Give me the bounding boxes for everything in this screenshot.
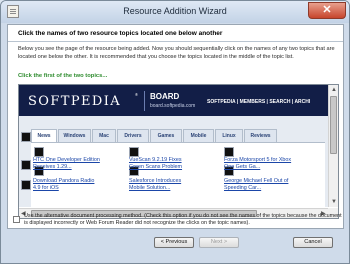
topic-link[interactable]: VueScan 9.2.19 Fixes [129, 157, 182, 164]
topic-link[interactable]: George Michael Fell Out of [224, 178, 288, 185]
news-thumb-icon [129, 147, 139, 157]
next-button[interactable]: Next > [199, 237, 239, 248]
registered-mark: ® [135, 92, 138, 97]
news-thumb-icon [21, 160, 31, 170]
cancel-button[interactable]: Cancel [293, 237, 333, 248]
news-list: HTC One Developer Edition Receives 1.29.… [31, 142, 325, 208]
news-thumb-icon [21, 132, 31, 142]
news-section: News Windows Mac Drivers Games Mobile Li… [19, 116, 330, 208]
topic-link[interactable]: Speeding Car... [224, 185, 261, 192]
alt-method-checkbox[interactable] [13, 216, 20, 223]
close-button[interactable]: ✕ [308, 2, 346, 19]
topic-link[interactable]: Green Scans Problem [129, 164, 182, 171]
topic-link[interactable]: One Gets Ga... [224, 164, 260, 171]
topic-link[interactable]: Receives 1.29... [33, 164, 72, 171]
step-description: Below you see the page of the resource b… [18, 46, 335, 60]
scroll-up-icon[interactable]: ▲ [331, 87, 337, 93]
scroll-down-icon[interactable]: ▼ [331, 199, 337, 205]
header-nav[interactable]: SOFTPEDIA | MEMBERS | SEARCH | ARCHI [207, 99, 310, 105]
wizard-window: Resource Addition Wizard ✕ Click the nam… [0, 0, 350, 264]
topic-link[interactable]: HTC One Developer Edition [33, 157, 100, 164]
tab-linux[interactable]: Linux [215, 129, 243, 142]
news-thumb-icon [21, 180, 31, 190]
tab-mac[interactable]: Mac [92, 129, 116, 142]
wizard-content: Click the names of two resource topics l… [7, 24, 344, 229]
topic-link[interactable]: Forza Motorsport 5 for Xbox [224, 157, 291, 164]
heading-divider [8, 41, 343, 42]
board-title: BOARD [150, 92, 180, 101]
topic-link[interactable]: Mobile Solution... [129, 185, 170, 192]
tab-games[interactable]: Games [150, 129, 182, 142]
previous-button[interactable]: < Previous [154, 237, 194, 248]
step-instruction: Click the first of the two topics... [18, 73, 108, 79]
title-bar: Resource Addition Wizard ✕ [1, 1, 349, 23]
window-title: Resource Addition Wizard [123, 6, 227, 16]
tab-mobile[interactable]: Mobile [183, 129, 214, 142]
tab-drivers[interactable]: Drivers [117, 129, 149, 142]
step-heading: Click the names of two resource topics l… [18, 30, 223, 37]
news-thumb-icon [34, 147, 44, 157]
board-url: board.softpedia.com [150, 103, 196, 109]
vertical-scrollbar[interactable]: ▲ ▼ [328, 85, 338, 207]
softpedia-logo[interactable]: SOFTPEDIA [28, 94, 121, 109]
alt-method-label: Use the alternative document processing … [24, 213, 342, 227]
softpedia-header: SOFTPEDIA ® BOARD board.softpedia.com SO… [19, 85, 330, 116]
resource-page-preview[interactable]: SOFTPEDIA ® BOARD board.softpedia.com SO… [18, 84, 339, 219]
tab-reviews[interactable]: Reviews [244, 129, 277, 142]
topic-link[interactable]: Salesforce Introduces [129, 178, 181, 185]
news-thumb-icon [224, 147, 234, 157]
topic-link[interactable]: 4.9 for iOS [33, 185, 59, 192]
header-divider [144, 91, 145, 111]
tab-windows[interactable]: Windows [58, 129, 91, 142]
vertical-scroll-thumb[interactable] [330, 96, 337, 154]
tab-news[interactable]: News [31, 129, 57, 143]
topic-link[interactable]: Download Pandora Radio [33, 178, 94, 185]
